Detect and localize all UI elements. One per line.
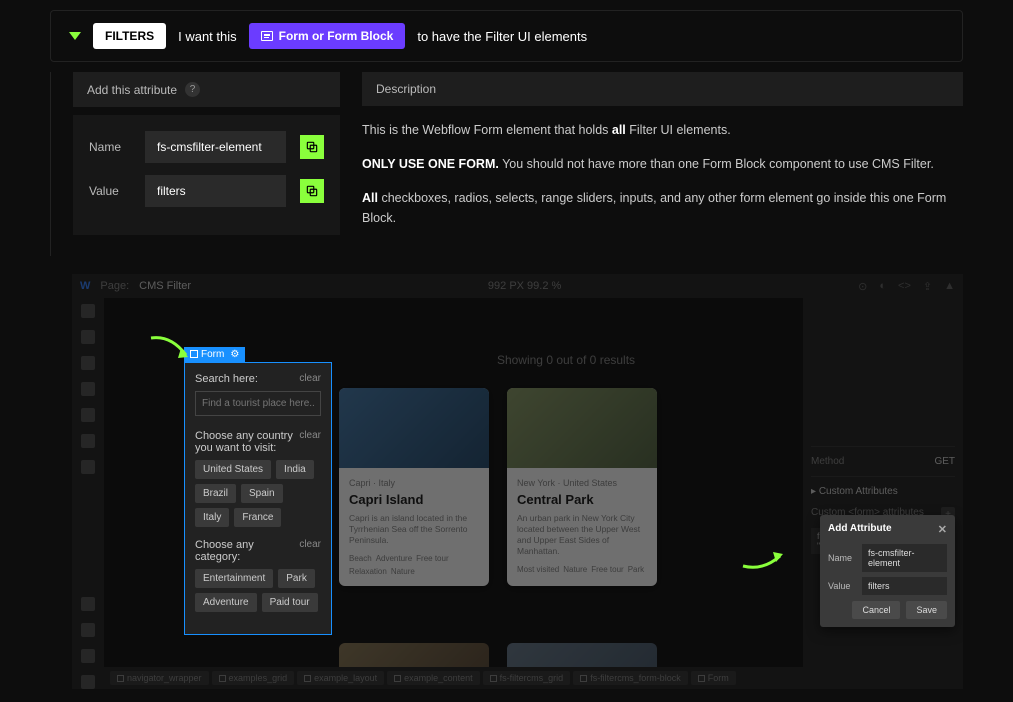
breadcrumb-item[interactable]: example_layout — [297, 671, 384, 685]
breadcrumb-item[interactable]: examples_grid — [212, 671, 295, 685]
config-text-prefix: I want this — [178, 29, 237, 44]
breadcrumb-item[interactable]: example_content — [387, 671, 480, 685]
description-header: Description — [362, 72, 963, 106]
triangle-down-icon — [69, 32, 81, 40]
breadcrumb-item[interactable]: fs-filtercms_grid — [483, 671, 571, 685]
breadcrumb-item[interactable]: navigator_wrapper — [110, 671, 209, 685]
cancel-button[interactable]: Cancel — [852, 601, 900, 619]
category-tags: Entertainment Park Adventure Paid tour — [195, 569, 321, 612]
breadcrumb-item[interactable]: fs-filtercms_form-block — [573, 671, 688, 685]
form-icon — [261, 31, 273, 41]
attribute-heading: Add this attribute — [87, 83, 177, 97]
annotation-arrow-right — [738, 546, 788, 576]
country-tag[interactable]: India — [276, 460, 314, 479]
name-value[interactable]: fs-cmsfilter-element — [145, 131, 286, 163]
popup-value-input[interactable]: filters — [862, 577, 947, 595]
description-heading: Description — [376, 82, 436, 96]
help-icon[interactable]: ? — [185, 82, 200, 97]
result-card: Capri · Italy Capri Island Capri is an i… — [339, 388, 489, 586]
attribute-box: Name fs-cmsfilter-element Value filters — [73, 115, 340, 235]
search-input[interactable] — [195, 391, 321, 416]
category-tag[interactable]: Paid tour — [262, 593, 318, 612]
copy-value-button[interactable] — [300, 179, 324, 203]
country-tag[interactable]: France — [234, 508, 281, 527]
copy-name-button[interactable] — [300, 135, 324, 159]
country-tags: United States India Brazil Spain Italy France — [195, 460, 321, 527]
popup-value-label: Value — [828, 581, 856, 591]
filter-form-panel: Search here:clear Choose any country you… — [184, 362, 332, 635]
save-button[interactable]: Save — [906, 601, 947, 619]
webflow-breadcrumbs: navigator_wrapperexamples_gridexample_la… — [104, 667, 963, 689]
category-tag[interactable]: Park — [278, 569, 315, 588]
webflow-canvas: Form ⚙ Search here:clear Choose any coun… — [104, 298, 803, 689]
webflow-right-panel: MethodGET ▸ Custom Attributes Custom <fo… — [803, 298, 963, 689]
value-label: Value — [89, 184, 131, 198]
webflow-left-toolbar — [72, 298, 104, 689]
config-top-bar: FILTERS I want this Form or Form Block t… — [50, 10, 963, 62]
filters-chip[interactable]: FILTERS — [93, 23, 166, 49]
country-tag[interactable]: United States — [195, 460, 271, 479]
popup-title: Add Attribute — [828, 523, 892, 536]
name-label: Name — [89, 140, 131, 154]
country-tag[interactable]: Brazil — [195, 484, 236, 503]
category-tag[interactable]: Entertainment — [195, 569, 273, 588]
breadcrumb-item[interactable]: Form — [691, 671, 736, 685]
close-icon[interactable]: ✕ — [938, 523, 947, 536]
attribute-section-header: Add this attribute ? — [73, 72, 340, 107]
value-value[interactable]: filters — [145, 175, 286, 207]
popup-name-input[interactable]: fs-cmsfilter-element — [862, 544, 947, 572]
result-card: New York · United States Central Park An… — [507, 388, 657, 586]
config-text-suffix: to have the Filter UI elements — [417, 29, 587, 44]
add-attribute-popup: Add Attribute ✕ Name fs-cmsfilter-elemen… — [820, 515, 955, 627]
country-tag[interactable]: Italy — [195, 508, 229, 527]
results-count: Showing 0 out of 0 results — [339, 353, 793, 367]
webflow-top-bar: W Page: CMS Filter 992 PX 99.2 % ⊙◐<>⇪▲ — [72, 274, 963, 298]
category-tag[interactable]: Adventure — [195, 593, 257, 612]
annotation-arrow-left — [146, 330, 196, 370]
popup-name-label: Name — [828, 553, 856, 563]
form-block-chip[interactable]: Form or Form Block — [249, 23, 406, 49]
country-tag[interactable]: Spain — [241, 484, 283, 503]
description-body: This is the Webflow Form element that ho… — [362, 106, 963, 256]
form-chip-label: Form or Form Block — [279, 29, 394, 43]
webflow-embed-screenshot: W Page: CMS Filter 992 PX 99.2 % ⊙◐<>⇪▲ … — [72, 274, 963, 689]
